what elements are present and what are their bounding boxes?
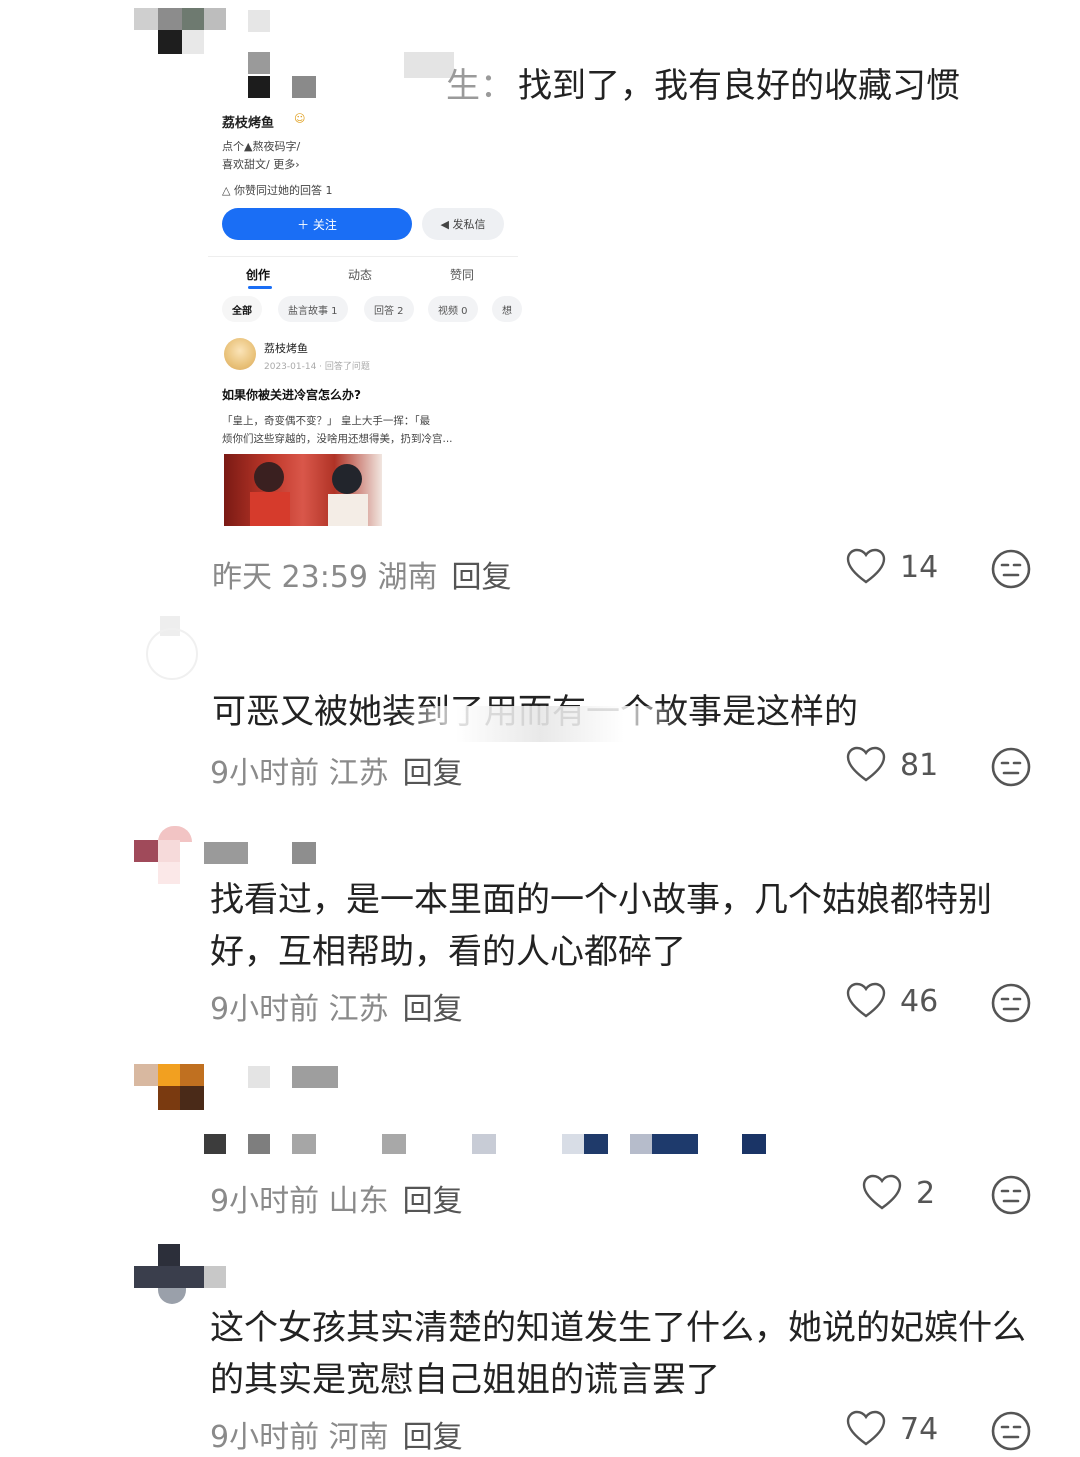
follow-button[interactable]: ＋ 关注 xyxy=(222,208,412,240)
screenshot-bio-2: 喜欢甜文/ 更多› xyxy=(222,158,300,171)
reply-button[interactable]: 回复 xyxy=(403,1184,463,1219)
like-count: 74 xyxy=(900,1411,939,1447)
chip-thoughts[interactable]: 想 xyxy=(492,296,522,322)
heart-icon xyxy=(846,548,886,584)
emoji-reaction-icon[interactable] xyxy=(990,982,1032,1024)
like-button[interactable]: 74 xyxy=(846,1410,938,1448)
chip-videos[interactable]: 视频 0 xyxy=(428,296,478,322)
comment-text: 这个女孩其实清楚的知道发生了什么，她说的妃嫔什么的其实是宽慰自己姐姐的谎言罢了 xyxy=(210,1308,1026,1400)
reply-button[interactable]: 回复 xyxy=(403,992,463,1027)
emoji-reaction-icon[interactable] xyxy=(990,548,1032,590)
post-thumbnail[interactable] xyxy=(224,454,382,526)
emoji-reaction-icon[interactable] xyxy=(990,1410,1032,1452)
comment-meta: 9小时前 河南 回复 xyxy=(210,1420,463,1455)
comment-text: 找看过，是一本里面的一个小故事，几个姑娘都特别好，互相帮助，看的人心都碎了 xyxy=(210,880,992,972)
like-button[interactable]: 14 xyxy=(846,548,938,586)
post-avatar xyxy=(224,338,256,370)
tab-activity[interactable]: 动态 xyxy=(348,266,372,283)
heart-icon xyxy=(846,746,886,782)
tab-upvotes[interactable]: 赞同 xyxy=(450,266,474,283)
screenshot-bio-1: 点个▲熬夜码字/ xyxy=(222,140,301,153)
like-button[interactable]: 81 xyxy=(846,746,938,784)
post-time: 2023-01-14 · 回答了问题 xyxy=(264,362,370,372)
like-button[interactable]: 46 xyxy=(846,982,938,1020)
embedded-screenshot: 荔枝烤鱼 ☺ 点个▲熬夜码字/ 喜欢甜文/ 更多› △ 你赞同过她的回答 1 ＋… xyxy=(208,108,528,538)
heart-icon xyxy=(862,1174,902,1210)
comment-meta: 9小时前 江苏 回复 xyxy=(210,756,463,791)
avatar[interactable] xyxy=(134,1064,204,1110)
active-tab-indicator xyxy=(248,286,272,289)
divider xyxy=(208,256,518,257)
commenter-name[interactable]: 生： xyxy=(446,58,514,107)
like-count: 2 xyxy=(916,1175,936,1211)
post-excerpt-2: 烦你们这些穿越的，没啥用还想得美，扔到冷宫... xyxy=(222,433,453,445)
like-count: 14 xyxy=(900,549,939,585)
like-count: 81 xyxy=(900,747,939,783)
comment-meta: 9小时前 江苏 回复 xyxy=(210,992,463,1027)
tab-creations[interactable]: 创作 xyxy=(246,266,270,283)
avatar[interactable] xyxy=(134,8,226,54)
avatar[interactable] xyxy=(146,616,198,680)
verified-icon: ☺ xyxy=(294,112,306,125)
emoji-reaction-icon[interactable] xyxy=(990,746,1032,788)
message-button[interactable]: ◀ 发私信 xyxy=(422,208,504,240)
avatar[interactable] xyxy=(134,826,204,886)
post-title[interactable]: 如果你被关进冷宫怎么办? xyxy=(222,386,361,403)
like-count: 46 xyxy=(900,983,939,1019)
heart-icon xyxy=(846,982,886,1018)
chip-all[interactable]: 全部 xyxy=(222,296,262,322)
screenshot-upvoted: △ 你赞同过她的回答 1 xyxy=(222,184,333,197)
chip-answers[interactable]: 回答 2 xyxy=(364,296,414,322)
comment-meta: 9小时前 山东 回复 xyxy=(210,1184,463,1219)
emoji-reaction-icon[interactable] xyxy=(990,1174,1032,1216)
post-author[interactable]: 荔枝烤鱼 xyxy=(264,340,308,356)
reply-button[interactable]: 回复 xyxy=(403,1420,463,1455)
heart-icon xyxy=(846,1410,886,1446)
reply-button[interactable]: 回复 xyxy=(452,560,512,595)
reply-button[interactable]: 回复 xyxy=(403,756,463,791)
comment-text: 找到了，我有良好的收藏习惯 xyxy=(518,66,960,106)
avatar[interactable] xyxy=(134,1244,226,1306)
post-excerpt-1: 「皇上，奇变偶不变？」 皇上大手一挥：「最 xyxy=(222,415,431,427)
chip-stories[interactable]: 盐言故事 1 xyxy=(278,296,348,322)
comment-meta: 昨天 23:59 湖南 回复 xyxy=(212,560,512,595)
screenshot-author: 荔枝烤鱼 xyxy=(222,116,275,131)
redaction-overlay xyxy=(400,706,680,742)
like-button[interactable]: 2 xyxy=(862,1174,935,1212)
